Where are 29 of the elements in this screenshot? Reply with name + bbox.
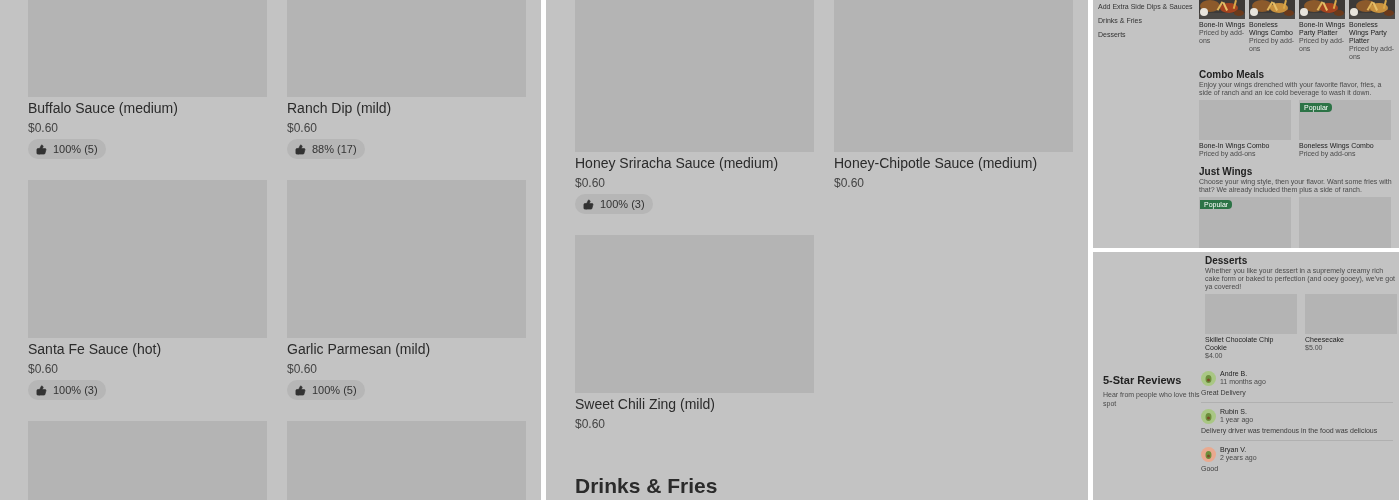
thumbs-up-icon	[295, 143, 306, 155]
item-price: $0.60	[28, 120, 59, 137]
rating-text: 88% (17)	[312, 143, 357, 155]
item-name: Buffalo Sauce (medium)	[28, 99, 178, 117]
rating-text: 100% (3)	[53, 384, 98, 396]
item-name: Sweet Chili Zing (mild)	[575, 395, 716, 413]
item-price: $0.60	[834, 175, 865, 192]
item-price: $0.60	[575, 175, 606, 192]
item-name: Garlic Parmesan (mild)	[287, 340, 431, 358]
item-price: $0.60	[287, 361, 318, 378]
thumbs-up-icon	[36, 384, 47, 396]
thumbs-up-icon	[295, 384, 306, 396]
item-price: $0.60	[287, 120, 318, 137]
rating-text: 100% (5)	[53, 143, 98, 155]
thumbs-up-icon	[583, 198, 594, 210]
section-heading: Combo Meals	[1199, 69, 1265, 81]
section-heading: Desserts	[1205, 255, 1249, 267]
item-name: Ranch Dip (mild)	[287, 99, 392, 117]
item-name: Santa Fe Sauce (hot)	[28, 340, 162, 358]
section-heading: Drinks & Fries	[575, 473, 719, 499]
item-price: $0.60	[28, 361, 59, 378]
rating-text: 100% (3)	[600, 198, 645, 210]
rating-text: 100% (5)	[312, 384, 357, 396]
section-heading: Just Wings	[1199, 166, 1254, 178]
reviews-heading: 5-Star Reviews	[1103, 374, 1183, 387]
item-name: Honey Sriracha Sauce (medium)	[575, 154, 779, 172]
thumbs-up-icon	[36, 143, 47, 155]
item-name: Honey-Chipotle Sauce (medium)	[834, 154, 1038, 172]
item-price: $0.60	[575, 416, 606, 433]
